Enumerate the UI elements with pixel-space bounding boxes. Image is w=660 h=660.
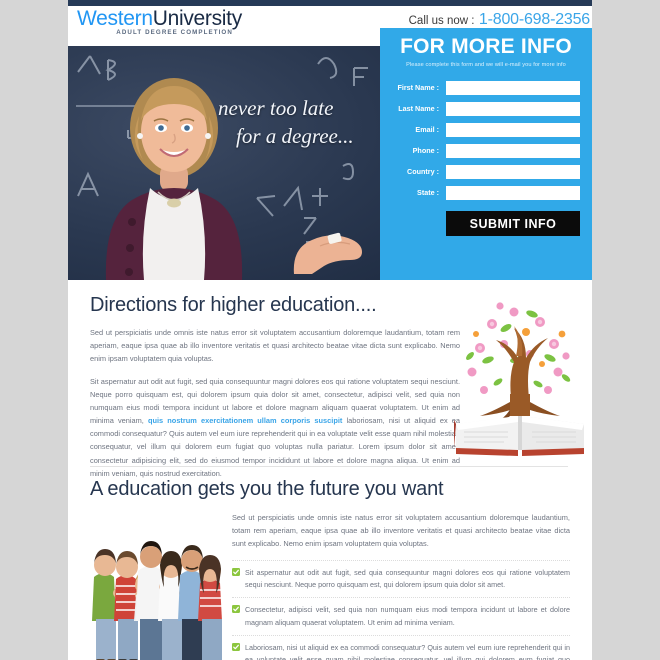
label-first-name: First Name : — [397, 83, 439, 93]
check-icon — [232, 567, 240, 576]
hero-photo-woman-chalkboard — [68, 46, 381, 280]
section1-paragraph-2: Sit aspernatur aut odit aut fugit, sed q… — [90, 375, 460, 480]
section2-right-column: Sed ut perspiciatis unde omnis iste natu… — [232, 511, 570, 660]
content-card: WesternUniversity ADULT DEGREE COMPLETIO… — [68, 0, 592, 660]
input-last-name[interactable] — [446, 102, 580, 116]
check-icon — [232, 643, 240, 652]
section-divider — [90, 466, 568, 467]
call-us-block: Call us now : 1-800-698-2356 — [408, 11, 591, 29]
form-row-email: Email : — [390, 123, 580, 137]
form-row-first-name: First Name : — [390, 81, 580, 95]
site-logo[interactable]: WesternUniversity ADULT DEGREE COMPLETIO… — [77, 7, 242, 37]
label-last-name: Last Name : — [398, 104, 439, 114]
inline-link[interactable]: quis nostrum exercitationem ullam corpor… — [148, 416, 342, 425]
logo-word-western: Western — [77, 7, 153, 30]
section2-heading: A education gets you the future you want — [90, 478, 444, 500]
section-directions: Directions for higher education.... Sed … — [68, 280, 592, 489]
input-phone[interactable] — [446, 144, 580, 158]
form-row-phone: Phone : — [390, 144, 580, 158]
hero-tagline: never too late for a degree... — [218, 94, 388, 151]
section-future: A education gets you the future you want — [68, 478, 592, 660]
section1-p2-after: laboriosam, nisi ut aliquid ex ea commod… — [90, 416, 460, 478]
form-title: FOR MORE INFO — [400, 35, 572, 58]
form-subtitle: Please complete this form and we will e-… — [406, 62, 566, 68]
landing-page: WesternUniversity ADULT DEGREE COMPLETIO… — [0, 0, 660, 660]
hero-tagline-line-2: for a degree... — [236, 124, 354, 149]
check-icon — [232, 605, 240, 614]
submit-info-button[interactable]: SUBMIT INFO — [446, 211, 580, 236]
input-country[interactable] — [446, 165, 580, 179]
submit-wrapper: SUBMIT INFO — [380, 207, 592, 236]
call-us-label: Call us now : — [408, 15, 475, 27]
tree-book-illustration — [454, 302, 584, 456]
label-phone: Phone : — [412, 146, 439, 156]
section1-paragraph-1: Sed ut perspiciatis unde omnis iste natu… — [90, 328, 460, 364]
label-email: Email : — [415, 125, 439, 135]
input-first-name[interactable] — [446, 81, 580, 95]
form-row-state: State : — [390, 186, 580, 200]
check-list-item: Sit aspernatur aut odit aut fugit, sed q… — [232, 559, 570, 598]
students-group-photo — [92, 541, 222, 660]
phone-number[interactable]: 1-800-698-2356 — [479, 11, 590, 28]
section2-body: Sed ut perspiciatis unde omnis iste natu… — [90, 511, 570, 660]
label-country: Country : — [407, 167, 439, 177]
logo-word-university: University — [152, 7, 242, 30]
check-item-text: Consectetur, adipisci velit, sed quia no… — [245, 605, 570, 627]
form-row-country: Country : — [390, 165, 580, 179]
lead-capture-form: FOR MORE INFO Please complete this form … — [380, 28, 592, 280]
check-list-item: Consectetur, adipisci velit, sed quia no… — [232, 597, 570, 635]
check-list-item: Laboriosam, nisi ut aliquid ex ea commod… — [232, 635, 570, 660]
logo-tagline: ADULT DEGREE COMPLETION — [116, 29, 233, 37]
logo-wordmark: WesternUniversity — [77, 7, 242, 30]
label-state: State : — [417, 188, 439, 198]
input-state[interactable] — [446, 186, 580, 200]
form-row-last-name: Last Name : — [390, 102, 580, 116]
input-email[interactable] — [446, 123, 580, 137]
form-fields: First Name : Last Name : Email : Phone :… — [380, 68, 592, 200]
check-item-text: Laboriosam, nisi ut aliquid ex ea commod… — [245, 643, 570, 660]
section2-intro: Sed ut perspiciatis unde omnis iste natu… — [232, 513, 570, 549]
check-item-text: Sit aspernatur aut odit aut fugit, sed q… — [245, 567, 570, 589]
hand-holding-chalk — [293, 232, 362, 274]
section1-text: Sed ut perspiciatis unde omnis iste natu… — [90, 326, 460, 480]
hero-tagline-line-1: never too late — [218, 96, 334, 120]
